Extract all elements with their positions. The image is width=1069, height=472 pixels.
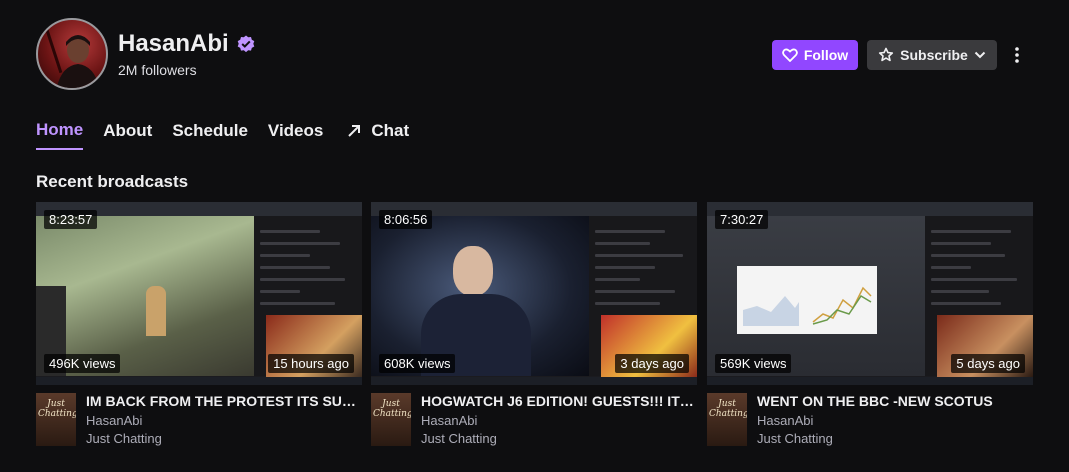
verified-badge-icon: [237, 35, 255, 53]
vertical-ellipsis-icon: [1015, 47, 1019, 63]
video-thumbnail[interactable]: 8:06:56 608K views 3 days ago: [371, 202, 697, 385]
follow-button[interactable]: Follow: [772, 40, 858, 70]
video-title[interactable]: WENT ON THE BBC -NEW SCOTUS: [757, 393, 1033, 409]
channel-tabs: Home About Schedule Videos Chat: [36, 120, 429, 150]
channel-avatar[interactable]: [36, 18, 108, 90]
video-thumbnail[interactable]: 7:30:27 569K views 5 days ago: [707, 202, 1033, 385]
age-badge: 15 hours ago: [268, 354, 354, 373]
follower-count: 2M followers: [118, 62, 197, 78]
view-count-badge: 569K views: [715, 354, 792, 373]
tab-chat[interactable]: Chat: [347, 120, 409, 150]
video-card: 7:30:27 569K views 5 days ago Just Chatt…: [707, 202, 1033, 453]
video-category-link[interactable]: Just Chatting: [421, 431, 497, 446]
age-badge: 3 days ago: [615, 354, 689, 373]
view-count-badge: 608K views: [379, 354, 456, 373]
follow-label: Follow: [803, 47, 849, 63]
star-icon: [879, 47, 894, 62]
more-options-button[interactable]: [1006, 40, 1028, 70]
video-title[interactable]: HOGWATCH J6 EDITION! GUESTS!!! IT…: [421, 393, 697, 409]
section-title: Recent broadcasts: [36, 172, 189, 191]
external-link-arrow-icon: [348, 125, 361, 137]
duration-badge: 7:30:27: [715, 210, 769, 229]
category-box-art[interactable]: Just Chatting: [707, 393, 747, 446]
video-card: 8:06:56 608K views 3 days ago Just Chatt…: [371, 202, 697, 453]
video-thumbnail[interactable]: 8:23:57 496K views 15 hours ago: [36, 202, 362, 385]
age-badge: 5 days ago: [951, 354, 1025, 373]
video-channel-link[interactable]: HasanAbi: [86, 413, 142, 428]
chevron-down-icon: [974, 51, 986, 59]
duration-badge: 8:23:57: [44, 210, 98, 229]
video-category-link[interactable]: Just Chatting: [86, 431, 162, 446]
subscribe-label: Subscribe: [900, 47, 968, 63]
tab-about[interactable]: About: [103, 120, 152, 150]
video-title[interactable]: IM BACK FROM THE PROTEST ITS SUN…: [86, 393, 362, 409]
tab-schedule[interactable]: Schedule: [172, 120, 248, 150]
video-category-link[interactable]: Just Chatting: [757, 431, 833, 446]
video-channel-link[interactable]: HasanAbi: [421, 413, 477, 428]
subscribe-button[interactable]: Subscribe: [867, 40, 997, 70]
category-box-art[interactable]: Just Chatting: [36, 393, 76, 446]
channel-name-row: HasanAbi: [118, 30, 255, 58]
category-box-art[interactable]: Just Chatting: [371, 393, 411, 446]
view-count-badge: 496K views: [44, 354, 121, 373]
tab-home[interactable]: Home: [36, 120, 84, 150]
heart-icon: [781, 48, 798, 62]
tab-videos[interactable]: Videos: [268, 120, 323, 150]
video-channel-link[interactable]: HasanAbi: [757, 413, 813, 428]
channel-name[interactable]: HasanAbi: [118, 30, 229, 58]
duration-badge: 8:06:56: [379, 210, 433, 229]
video-card: 8:23:57 496K views 15 hours ago Just Cha…: [36, 202, 362, 453]
